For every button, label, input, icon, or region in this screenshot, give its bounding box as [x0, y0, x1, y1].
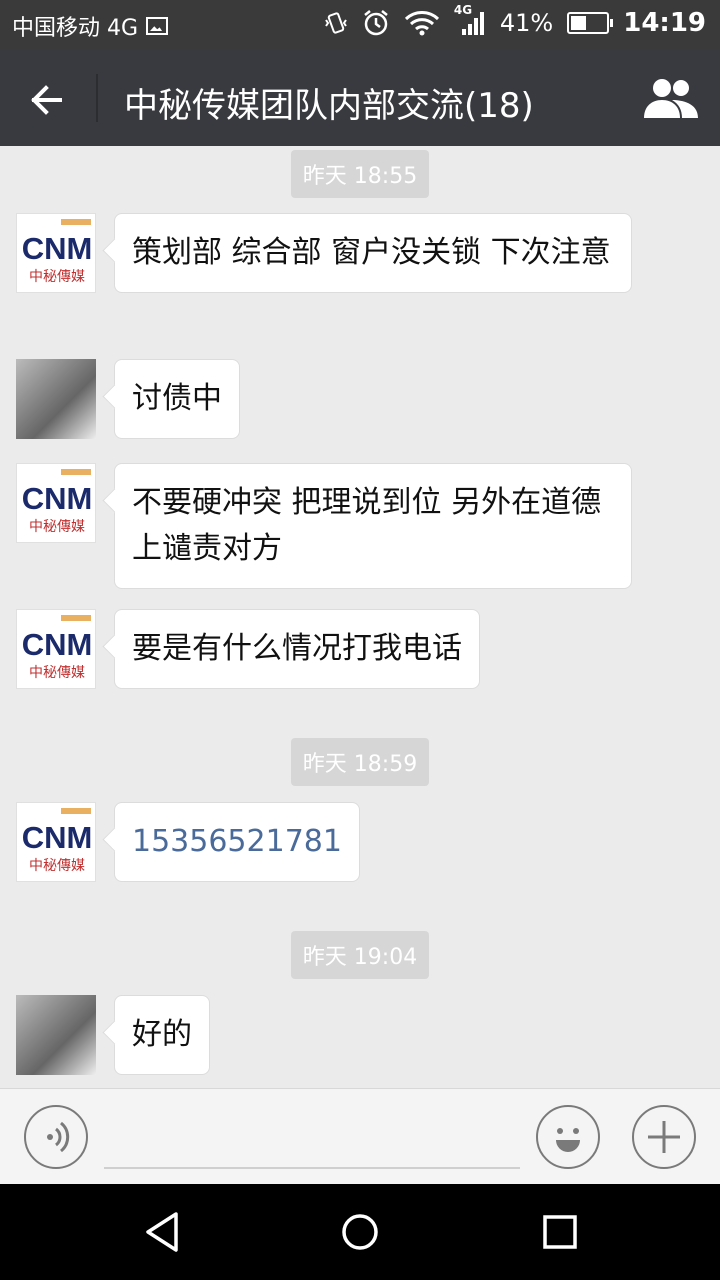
message-input[interactable] — [104, 1167, 520, 1169]
battery-percent: 41% — [499, 9, 554, 37]
chat-title: 中秘传媒团队内部交流(18) — [124, 86, 534, 126]
voice-input-button[interactable] — [24, 1105, 88, 1169]
message-row: 讨债中 — [16, 359, 240, 439]
svg-text:CNM: CNM — [22, 231, 93, 266]
svg-text:中秘傳媒: 中秘傳媒 — [29, 858, 85, 874]
avatar[interactable] — [16, 995, 96, 1075]
smiley-icon — [556, 1128, 580, 1152]
timestamp: 昨天 18:59 — [0, 738, 720, 786]
message-row: CNM 中秘傳媒 要是有什么情况打我电话 — [16, 609, 480, 689]
back-arrow-icon[interactable] — [26, 78, 70, 122]
signal-icon: 4G — [454, 3, 486, 37]
message-row: CNM 中秘傳媒 不要硬冲突 把理说到位 另外在道德上谴责对方 — [16, 463, 632, 589]
message-bubble[interactable]: 要是有什么情况打我电话 — [114, 609, 480, 689]
phone-number-link[interactable]: 15356521781 — [114, 802, 360, 882]
wifi-icon — [404, 11, 439, 36]
emoji-button[interactable] — [536, 1105, 600, 1169]
message-row: CNM 中秘傳媒 策划部 综合部 窗户没关锁 下次注意 — [16, 213, 632, 293]
voice-icon — [47, 1121, 70, 1153]
svg-text:中秘傳媒: 中秘傳媒 — [29, 665, 85, 681]
plus-icon — [648, 1121, 680, 1153]
input-bar — [0, 1088, 720, 1184]
carrier-label: 中国移动 4G — [12, 16, 139, 41]
clock: 14:19 — [623, 8, 706, 38]
nav-home-icon[interactable] — [336, 1208, 384, 1256]
image-notification-icon — [146, 17, 169, 35]
message-bubble[interactable]: 好的 — [114, 995, 210, 1075]
title-divider — [96, 74, 98, 122]
more-options-button[interactable] — [632, 1105, 696, 1169]
avatar[interactable]: CNM 中秘傳媒 — [16, 213, 96, 293]
avatar[interactable]: CNM 中秘傳媒 — [16, 609, 96, 689]
timestamp: 昨天 18:55 — [0, 150, 720, 198]
avatar[interactable]: CNM 中秘傳媒 — [16, 802, 96, 882]
svg-text:CNM: CNM — [22, 820, 93, 855]
message-row: CNM 中秘傳媒 15356521781 — [16, 802, 360, 882]
vibrate-icon — [325, 12, 347, 34]
status-bar: 中国移动 4G 4G 41% 14:19 — [0, 0, 720, 50]
alarm-icon — [364, 10, 388, 36]
avatar[interactable]: CNM 中秘傳媒 — [16, 463, 96, 543]
svg-text:中秘傳媒: 中秘傳媒 — [29, 519, 85, 535]
message-bubble[interactable]: 策划部 综合部 窗户没关锁 下次注意 — [114, 213, 632, 293]
system-navigation-bar — [0, 1184, 720, 1280]
timestamp: 昨天 19:04 — [0, 931, 720, 979]
svg-text:中秘傳媒: 中秘傳媒 — [29, 269, 85, 285]
avatar[interactable] — [16, 359, 96, 439]
svg-text:CNM: CNM — [22, 481, 93, 516]
title-bar: 中秘传媒团队内部交流(18) — [0, 50, 720, 146]
nav-back-icon[interactable] — [138, 1208, 186, 1256]
message-bubble[interactable]: 不要硬冲突 把理说到位 另外在道德上谴责对方 — [114, 463, 632, 589]
group-members-icon[interactable] — [642, 76, 700, 120]
svg-text:CNM: CNM — [22, 627, 93, 662]
nav-recents-icon[interactable] — [536, 1208, 584, 1256]
message-row: 好的 — [16, 995, 210, 1075]
chat-message-list[interactable]: 昨天 18:55 CNM 中秘傳媒 策划部 综合部 窗户没关锁 下次注意 讨债中 … — [0, 146, 720, 1088]
message-bubble[interactable]: 讨债中 — [114, 359, 240, 439]
battery-icon — [567, 12, 614, 34]
